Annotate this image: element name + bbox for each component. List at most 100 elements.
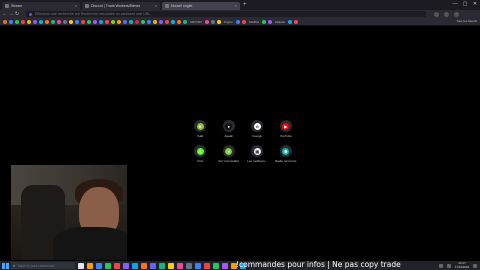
taskbar-app-icon[interactable] [123, 262, 129, 269]
bookmark-icon[interactable] [21, 19, 25, 24]
url-input[interactable] [35, 12, 415, 16]
taskbar-app-icon[interactable] [105, 262, 111, 269]
close-window-button[interactable]: ✕ [470, 0, 480, 8]
bookmark-icon[interactable] [123, 19, 127, 24]
bookmark-icon[interactable] [241, 19, 246, 24]
menu-icon[interactable] [454, 11, 459, 17]
address-bar[interactable] [26, 11, 426, 17]
taskbar-search[interactable]: ⌕ [11, 262, 75, 269]
bookmark-icon[interactable] [183, 19, 187, 24]
shortcut-tile[interactable]: ▣ Les meilleurs... [243, 145, 272, 163]
all-bookmarks-button[interactable]: Tous les favoris [456, 19, 477, 23]
shortcut-circle: K [194, 145, 207, 157]
taskbar-app-icon[interactable] [195, 262, 201, 269]
bookmark-icon[interactable] [51, 19, 55, 24]
taskbar-app-icon[interactable] [114, 262, 120, 269]
bookmark-icon[interactable] [69, 19, 73, 24]
taskbar-app-icon[interactable] [168, 262, 174, 269]
bookmark-icon[interactable] [147, 19, 151, 24]
bookmark-icon[interactable] [3, 19, 7, 24]
minimize-button[interactable]: — [450, 0, 460, 8]
taskbar-app-icon[interactable] [132, 262, 138, 269]
taskbar-app-icon[interactable] [177, 262, 183, 269]
taskbar-app-icon[interactable] [222, 262, 228, 269]
bookmark-icon[interactable] [129, 19, 133, 24]
bookmark-icon[interactable] [235, 19, 240, 24]
shortcut-tile[interactable]: ● Aaaah [215, 120, 244, 138]
close-tab-icon[interactable]: × [155, 3, 157, 8]
notifications-icon[interactable] [473, 263, 477, 268]
bookmark-icon[interactable] [165, 19, 169, 24]
shortcut-tile[interactable]: ♥ Sni' reconnaitre [215, 145, 244, 163]
shortcut-tile[interactable]: ✱ Radio rencontre [272, 145, 301, 163]
taskbar-app-icon[interactable] [159, 262, 165, 269]
bookmark-icon[interactable] [117, 19, 121, 24]
maximize-button[interactable]: ▢ [460, 0, 470, 8]
bookmark-icon[interactable] [9, 19, 13, 24]
bookmark-icon[interactable] [294, 19, 299, 24]
bookmark-icon[interactable] [141, 19, 145, 24]
shortcut-circle: ✱ [279, 145, 292, 157]
bookmark-icon[interactable] [45, 19, 49, 24]
bookmark-icon[interactable] [216, 19, 221, 24]
bookmark-label[interactable]: CRO BO [189, 20, 203, 24]
shortcut-tile[interactable]: G Google [243, 120, 272, 138]
bookmark-icon[interactable] [159, 19, 163, 24]
bookmark-label[interactable]: Ableton [274, 20, 286, 24]
taskbar-app-icon[interactable] [204, 262, 210, 269]
network-icon[interactable] [439, 263, 443, 268]
bookmark-label[interactable]: Crypto [223, 20, 234, 24]
bookmark-icon[interactable] [171, 19, 175, 24]
tab-1[interactable]: Discord | Trade Workers/Bitmex × [82, 1, 160, 10]
taskbar-app-icon[interactable] [78, 262, 84, 269]
shortcut-tile[interactable]: ▶ YouTube [272, 120, 301, 138]
shortcut-label: Kalk [197, 134, 204, 138]
bookmark-icon[interactable] [15, 19, 19, 24]
tab-0[interactable]: Stream × [2, 1, 80, 10]
start-button[interactable] [2, 262, 9, 269]
clock[interactable]: 23:1? 17/01/2024 [455, 261, 469, 269]
bookmark-icon[interactable] [204, 19, 209, 24]
bookmark-icon[interactable] [105, 19, 109, 24]
bookmark-icon[interactable] [288, 19, 293, 24]
bookmark-icon[interactable] [153, 19, 157, 24]
bookmark-icon[interactable] [135, 19, 139, 24]
bookmark-icon[interactable] [111, 19, 115, 24]
toolbar-actions [434, 11, 459, 17]
webcam-overlay [11, 165, 127, 260]
close-tab-icon[interactable]: × [235, 3, 237, 8]
extensions-icon[interactable] [434, 11, 439, 17]
profile-icon[interactable] [444, 11, 449, 17]
shortcut-tile[interactable]: K Kick [186, 145, 215, 163]
bookmark-icon[interactable] [93, 19, 97, 24]
bookmark-icon[interactable] [268, 19, 273, 24]
bookmark-icon[interactable] [63, 19, 67, 24]
bookmark-label[interactable]: CLMKA [248, 20, 260, 24]
taskbar-search-input[interactable] [17, 263, 74, 268]
taskbar-app-icon[interactable] [87, 262, 93, 269]
close-tab-icon[interactable]: × [75, 3, 77, 8]
bookmark-icon[interactable] [57, 19, 61, 24]
taskbar-app-icon[interactable] [96, 262, 102, 269]
bookmark-icon[interactable] [262, 19, 267, 24]
shortcut-label: Aaaah [224, 134, 234, 138]
bookmark-icon[interactable] [27, 19, 31, 24]
new-tab-button[interactable]: + [243, 2, 247, 8]
bookmark-icon[interactable] [87, 19, 91, 24]
bookmark-icon[interactable] [39, 19, 43, 24]
bookmark-icon[interactable] [81, 19, 85, 24]
bookmark-icon[interactable] [177, 19, 181, 24]
taskbar-app-icon[interactable] [213, 262, 219, 269]
navigation-bar: ← → ↻ [0, 10, 480, 18]
shortcut-tile[interactable]: K Kalk [186, 120, 215, 138]
reload-button[interactable]: ↻ [14, 11, 20, 17]
bookmark-icon[interactable] [75, 19, 79, 24]
tab-2[interactable]: Nouvel onglet × [162, 1, 240, 10]
bookmark-icon[interactable] [210, 19, 215, 24]
taskbar-app-icon[interactable] [150, 262, 156, 269]
bookmark-icon[interactable] [33, 19, 37, 24]
taskbar-app-icon[interactable] [141, 262, 147, 269]
taskbar-app-icon[interactable] [186, 262, 192, 269]
bookmark-icon[interactable] [99, 19, 103, 24]
volume-icon[interactable] [447, 263, 451, 268]
